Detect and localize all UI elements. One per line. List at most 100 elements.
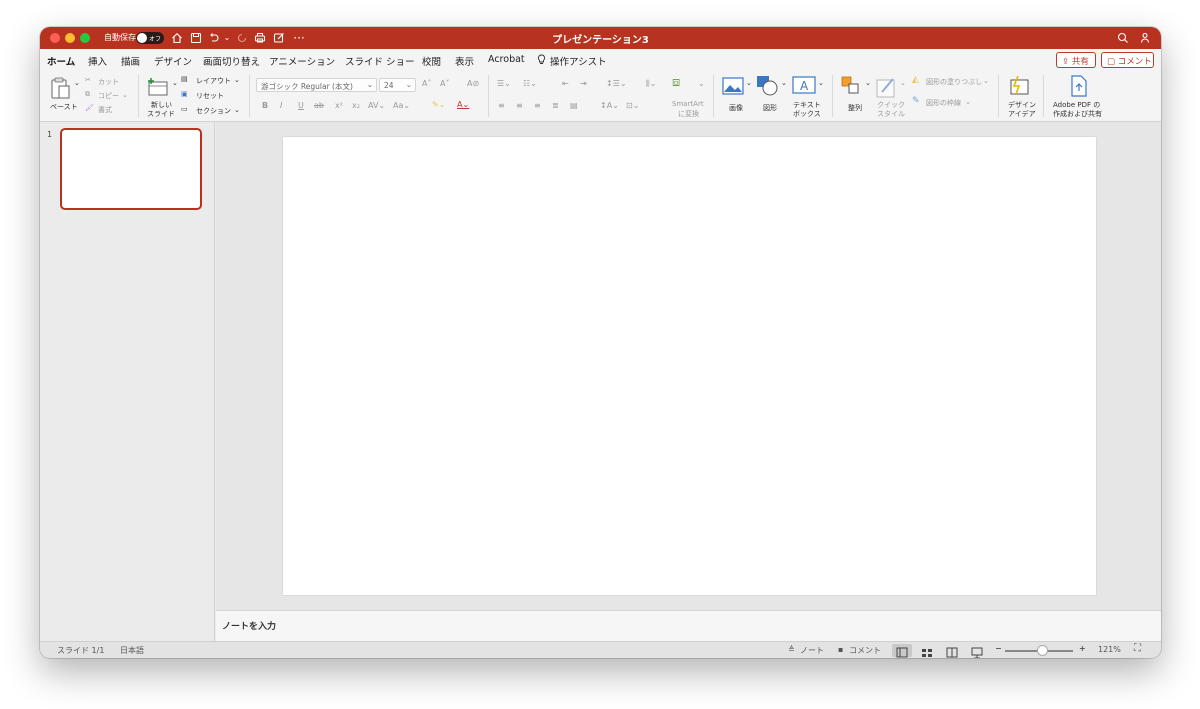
- search-icon[interactable]: [1117, 29, 1131, 47]
- bullets-icon[interactable]: ☰⌄: [497, 79, 511, 88]
- notes-pane[interactable]: ノートを入力: [216, 610, 1161, 641]
- shapes-label[interactable]: 図形: [763, 103, 777, 113]
- layout-icon[interactable]: ▤: [181, 75, 188, 83]
- slideshow-view-button[interactable]: [967, 644, 987, 658]
- tab-transitions[interactable]: 画面切り替え: [203, 54, 260, 68]
- paste-dropdown-icon[interactable]: ⌄: [74, 79, 80, 87]
- cut-icon[interactable]: ✂: [85, 76, 91, 84]
- section-dropdown-icon[interactable]: ⌄: [234, 106, 240, 114]
- zoom-in-button[interactable]: +: [1079, 644, 1086, 653]
- quick-styles-dropdown-icon[interactable]: ⌄: [900, 79, 906, 87]
- format-painter-label[interactable]: 書式: [98, 105, 112, 115]
- adobe-pdf-label-2[interactable]: 作成および共有: [1053, 109, 1102, 119]
- share-button[interactable]: ⇪ 共有: [1056, 52, 1096, 68]
- increase-indent-icon[interactable]: ⇥: [580, 79, 587, 88]
- align-text-icon[interactable]: ⊡⌄: [626, 101, 639, 110]
- paste-icon[interactable]: [50, 77, 72, 105]
- picture-icon[interactable]: [722, 77, 744, 99]
- smartart-dropdown-icon[interactable]: ⌄: [698, 79, 705, 88]
- cut-label[interactable]: カット: [98, 77, 119, 87]
- normal-view-button[interactable]: [892, 644, 912, 658]
- language-indicator[interactable]: 日本語: [120, 645, 144, 656]
- slide-thumbnail[interactable]: [60, 128, 202, 210]
- strikethrough-icon[interactable]: ab: [314, 101, 324, 110]
- paste-label[interactable]: ペースト: [50, 102, 78, 112]
- slide-sorter-view-button[interactable]: [917, 644, 937, 657]
- copy-icon[interactable]: ⧉: [85, 90, 90, 99]
- justify-icon[interactable]: ≣: [552, 101, 559, 110]
- superscript-icon[interactable]: x²: [335, 101, 343, 110]
- italic-icon[interactable]: I: [280, 101, 282, 110]
- line-spacing-icon[interactable]: ↕☰⌄: [606, 79, 627, 88]
- numbering-icon[interactable]: ☷⌄: [523, 79, 537, 88]
- smartart-label-2[interactable]: に変換: [678, 109, 699, 119]
- shapes-icon[interactable]: [756, 75, 780, 101]
- comments-label[interactable]: コメント: [849, 645, 881, 656]
- comment-button[interactable]: ▢ コメント: [1101, 52, 1154, 68]
- increase-font-size-icon[interactable]: A˄: [422, 79, 431, 88]
- tab-acrobat[interactable]: Acrobat: [488, 54, 525, 65]
- notes-toggle-label[interactable]: ノート: [800, 645, 824, 656]
- quick-styles-label-2[interactable]: スタイル: [877, 109, 905, 119]
- picture-dropdown-icon[interactable]: ⌄: [746, 79, 752, 87]
- section-label[interactable]: セクション: [196, 106, 231, 116]
- tab-home[interactable]: ホーム: [47, 54, 76, 74]
- new-slide-icon[interactable]: [146, 77, 170, 101]
- notes-toggle-icon[interactable]: ≜: [788, 645, 795, 654]
- picture-label[interactable]: 画像: [729, 103, 743, 113]
- tab-tell-me[interactable]: 操作アシスト: [550, 54, 607, 68]
- design-ideas-label-2[interactable]: アイデア: [1008, 109, 1036, 119]
- clear-formatting-icon[interactable]: A⊘: [467, 79, 479, 88]
- new-slide-label-2[interactable]: スライド: [147, 109, 175, 119]
- reading-view-button[interactable]: [942, 644, 962, 658]
- align-left-icon[interactable]: ≡: [498, 101, 505, 110]
- copy-dropdown-icon[interactable]: ⌄: [122, 91, 128, 99]
- smartart-label-1[interactable]: SmartArt: [672, 100, 704, 108]
- font-name-select[interactable]: 游ゴシック Regular (本文) ⌄: [256, 78, 377, 92]
- fit-to-window-icon[interactable]: ⛶: [1134, 643, 1141, 654]
- zoom-level[interactable]: 121%: [1098, 645, 1121, 654]
- account-icon[interactable]: [1138, 29, 1152, 47]
- font-size-select[interactable]: 24 ⌄: [379, 78, 416, 92]
- section-icon[interactable]: ▭: [181, 105, 188, 113]
- slide-canvas[interactable]: [283, 137, 1096, 595]
- columns-icon[interactable]: ⫼⌄: [646, 79, 656, 89]
- quick-styles-icon[interactable]: [876, 76, 898, 102]
- copy-label[interactable]: コピー: [98, 91, 119, 101]
- shape-fill-label[interactable]: 図形の塗りつぶし: [926, 77, 982, 87]
- new-slide-dropdown-icon[interactable]: ⌄: [172, 79, 178, 87]
- tab-animations[interactable]: アニメーション: [269, 54, 335, 68]
- format-painter-icon[interactable]: 🖌: [85, 104, 94, 112]
- shapes-dropdown-icon[interactable]: ⌄: [781, 79, 787, 87]
- reset-icon[interactable]: ▣: [181, 90, 188, 98]
- arrange-icon[interactable]: [841, 76, 863, 100]
- bold-icon[interactable]: B: [262, 101, 268, 110]
- tab-slideshow[interactable]: スライド ショー: [345, 54, 415, 68]
- shape-fill-icon[interactable]: ◭: [912, 75, 919, 85]
- decrease-indent-icon[interactable]: ⇤: [562, 79, 569, 88]
- layout-dropdown-icon[interactable]: ⌄: [234, 76, 240, 84]
- tab-draw[interactable]: 描画: [121, 54, 140, 68]
- comments-icon[interactable]: ▪: [838, 645, 843, 654]
- decrease-font-size-icon[interactable]: A˅: [440, 79, 449, 88]
- tab-view[interactable]: 表示: [455, 54, 474, 68]
- tab-design[interactable]: デザイン: [154, 54, 192, 68]
- font-color-icon[interactable]: A⌄: [457, 100, 469, 109]
- smartart-icon[interactable]: ⧈: [672, 75, 680, 90]
- reset-label[interactable]: リセット: [196, 91, 224, 101]
- arrange-dropdown-icon[interactable]: ⌄: [865, 79, 871, 87]
- character-spacing-icon[interactable]: AV⌄: [368, 101, 385, 110]
- shape-outline-dropdown-icon[interactable]: ⌄: [965, 98, 971, 106]
- zoom-out-button[interactable]: −: [995, 644, 1002, 653]
- highlight-color-icon[interactable]: ✎⌄: [432, 100, 445, 109]
- design-ideas-icon[interactable]: [1009, 75, 1031, 101]
- align-center-icon[interactable]: ≡: [516, 101, 523, 110]
- shape-outline-label[interactable]: 図形の枠線: [926, 98, 961, 108]
- text-direction-icon[interactable]: ↕A⌄: [600, 101, 619, 110]
- tab-review[interactable]: 校閲: [422, 54, 441, 68]
- distributed-icon[interactable]: ▤: [570, 101, 578, 110]
- textbox-label-2[interactable]: ボックス: [793, 109, 821, 119]
- adobe-pdf-icon[interactable]: [1070, 75, 1088, 101]
- align-right-icon[interactable]: ≡: [534, 101, 541, 110]
- zoom-slider-handle[interactable]: [1036, 645, 1048, 656]
